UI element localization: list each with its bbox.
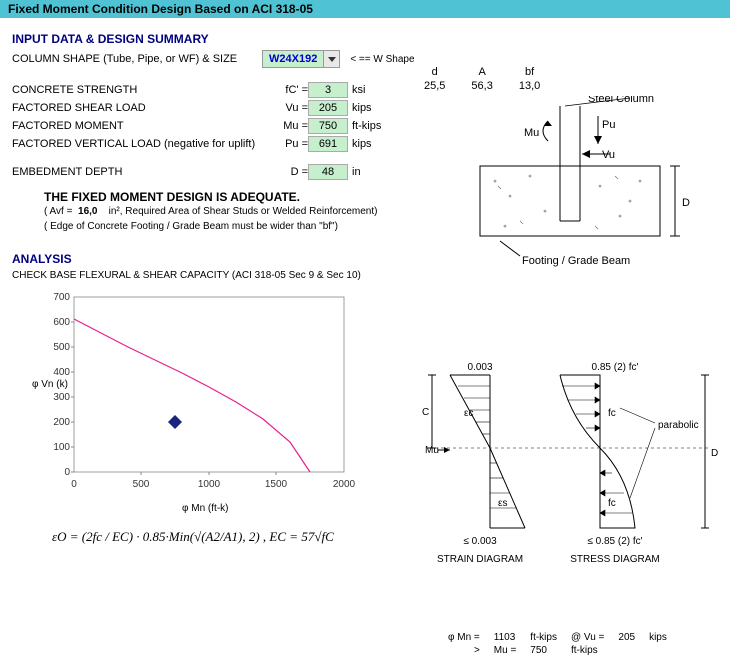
column-shape-dropdown[interactable]: W24X192 (262, 50, 340, 68)
fc-input[interactable]: 3 (308, 82, 348, 98)
pu-unit: kips (352, 138, 372, 150)
svg-text:300: 300 (53, 392, 70, 403)
svg-text:fc: fc (608, 498, 616, 509)
column-shape-label: COLUMN SHAPE (Tube, Pipe, or WF) & SIZE (12, 53, 262, 65)
title-bar: Fixed Moment Condition Design Based on A… (0, 0, 730, 18)
capacity-chart: 0 100 200 300 400 500 600 700 0 500 1000… (22, 287, 362, 517)
title-text: Fixed Moment Condition Design Based on A… (8, 2, 313, 16)
svg-text:φ Mn (ft-k): φ Mn (ft-k) (182, 503, 228, 514)
svg-text:200: 200 (53, 417, 70, 428)
vu-label: FACTORED SHEAR LOAD (12, 102, 272, 114)
vu-unit: kips (352, 102, 372, 114)
results-table: φ Mn =1103ft-kips @ Vu =205kips > Mu = 7… (440, 630, 675, 658)
vu-sym: Vu = (272, 102, 308, 114)
svg-text:Mu: Mu (524, 127, 539, 139)
chart-svg: 0 100 200 300 400 500 600 700 0 500 1000… (22, 287, 362, 517)
svg-text:STRAIN DIAGRAM: STRAIN DIAGRAM (437, 554, 523, 565)
svg-text:Pu: Pu (602, 119, 615, 131)
demand-point (168, 415, 182, 429)
svg-text:parabolic: parabolic (658, 420, 699, 431)
d-label: EMBEDMENT DEPTH (12, 166, 272, 178)
svg-text:0.003: 0.003 (467, 362, 492, 373)
prop-d-value: 25,5 (412, 80, 457, 92)
column-sketch: Steel Column Mu Pu Vu D Footing (450, 96, 710, 276)
svg-text:0: 0 (64, 467, 70, 478)
prop-d-header: d (412, 66, 457, 78)
prop-a-header: A (459, 66, 504, 78)
svg-text:500: 500 (53, 342, 70, 353)
svg-text:Vu: Vu (602, 149, 615, 161)
svg-text:D: D (682, 197, 690, 209)
svg-text:C: C (422, 407, 429, 418)
mu-input[interactable]: 750 (308, 118, 348, 134)
pu-sym: Pu = (272, 138, 308, 150)
svg-text:1000: 1000 (198, 479, 221, 490)
svg-text:D: D (711, 448, 718, 459)
d-unit: in (352, 166, 361, 178)
svg-text:Steel Column: Steel Column (588, 96, 654, 105)
vu-input[interactable]: 205 (308, 100, 348, 116)
strain-stress-diagram: 0.003 εc εs Mu ≤ 0.003 STRAIN DIAGRAM C … (420, 348, 720, 586)
fc-label: CONCRETE STRENGTH (12, 84, 272, 96)
svg-text:STRESS DIAGRAM: STRESS DIAGRAM (570, 554, 659, 565)
input-header: INPUT DATA & DESIGN SUMMARY (12, 32, 718, 46)
prop-bf-value: 13,0 (507, 80, 552, 92)
shape-props-table: d A bf 25,5 56,3 13,0 (410, 64, 554, 94)
svg-text:εs: εs (498, 498, 507, 509)
column-shape-hint: < == W Shape (350, 54, 414, 65)
column-shape-row: COLUMN SHAPE (Tube, Pipe, or WF) & SIZE … (12, 50, 718, 68)
chevron-down-icon[interactable] (323, 51, 339, 67)
svg-text:600: 600 (53, 317, 70, 328)
svg-text:700: 700 (53, 292, 70, 303)
capacity-curve (74, 319, 310, 472)
svg-text:1500: 1500 (265, 479, 288, 490)
pu-input[interactable]: 691 (308, 136, 348, 152)
mu-label: FACTORED MOMENT (12, 120, 272, 132)
svg-text:100: 100 (53, 442, 70, 453)
svg-text:φ Vn (k): φ Vn (k) (32, 379, 68, 390)
pu-label: FACTORED VERTICAL LOAD (negative for upl… (12, 138, 272, 150)
mu-unit: ft-kips (352, 120, 381, 132)
svg-text:0: 0 (71, 479, 77, 490)
svg-text:≤ 0.003: ≤ 0.003 (463, 536, 497, 547)
svg-text:εc: εc (464, 408, 473, 419)
svg-text:Footing / Grade Beam: Footing / Grade Beam (522, 255, 630, 267)
svg-text:2000: 2000 (333, 479, 356, 490)
svg-text:400: 400 (53, 367, 70, 378)
mu-sym: Mu = (272, 120, 308, 132)
svg-text:500: 500 (133, 479, 150, 490)
column-shape-value: W24X192 (263, 53, 323, 65)
fc-unit: ksi (352, 84, 365, 96)
fc-sym: fC' = (272, 84, 308, 96)
svg-text:fc: fc (608, 408, 616, 419)
d-input[interactable]: 48 (308, 164, 348, 180)
svg-text:≤ 0.85 (2) fc': ≤ 0.85 (2) fc' (587, 536, 642, 547)
prop-a-value: 56,3 (459, 80, 504, 92)
d-sym: D = (272, 166, 308, 178)
svg-text:0.85 (2) fc': 0.85 (2) fc' (592, 362, 639, 373)
prop-bf-header: bf (507, 66, 552, 78)
